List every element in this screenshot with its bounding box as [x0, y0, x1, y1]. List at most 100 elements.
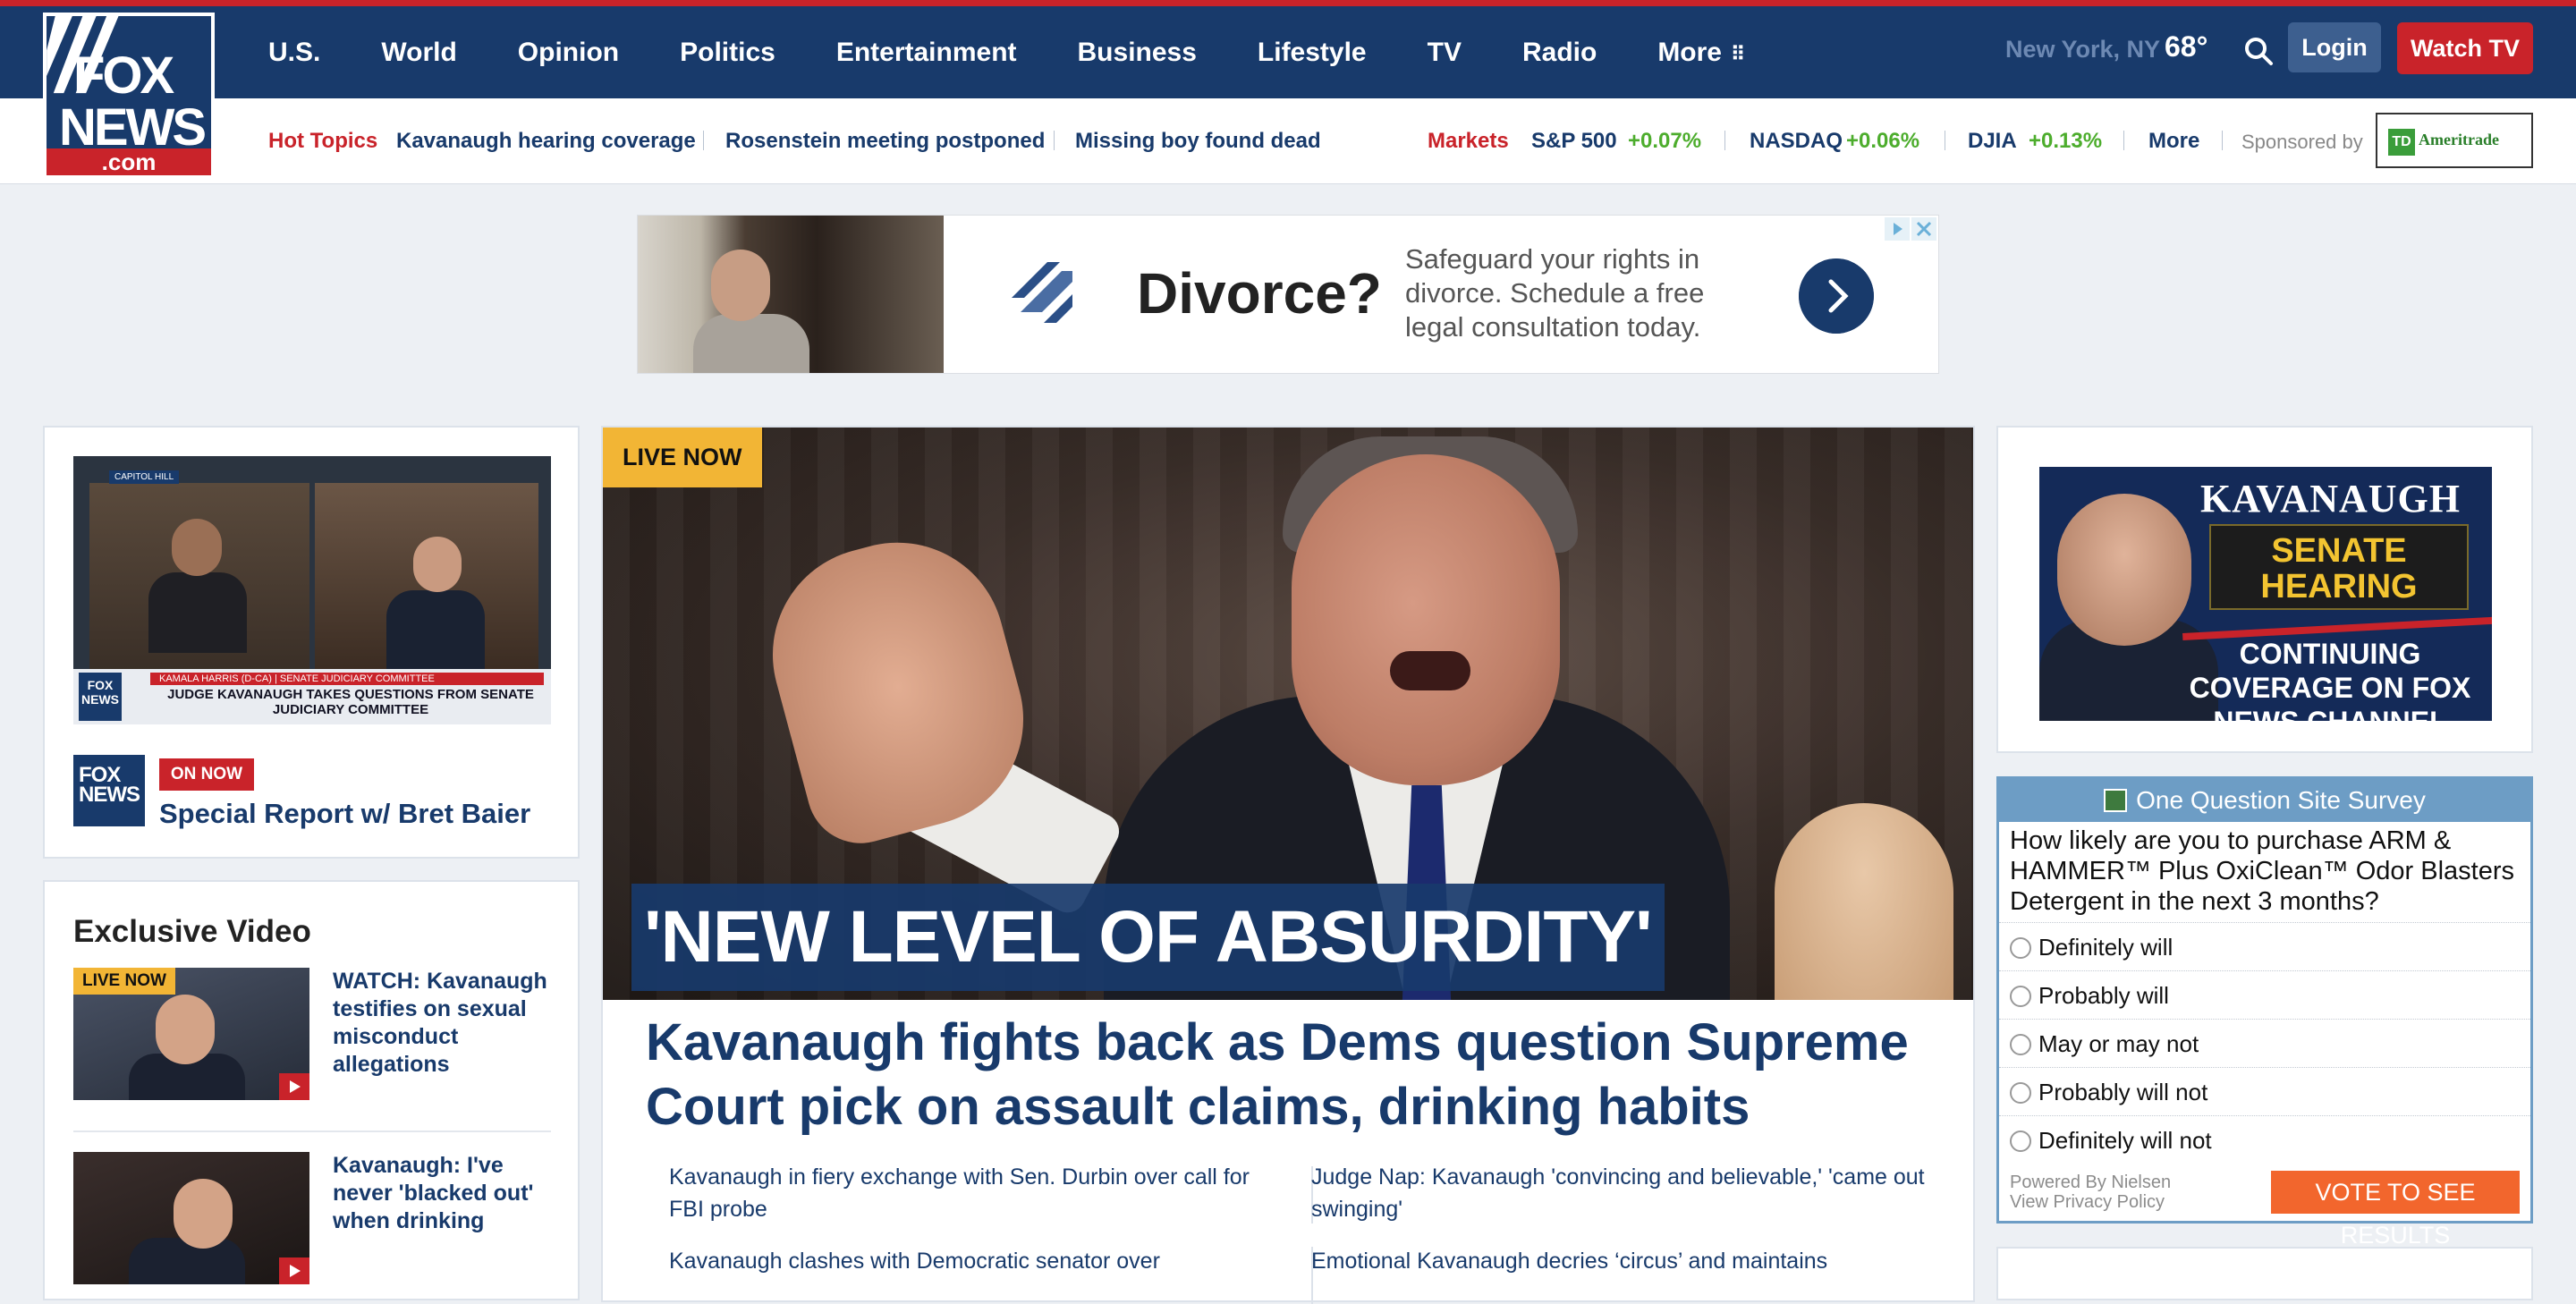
- main-nav: U.S. World Opinion Politics Entertainmen…: [268, 6, 1804, 98]
- promo-title: KAVANAUGH: [2200, 477, 2461, 521]
- thumb-figure: [129, 1238, 245, 1284]
- survey-option-label[interactable]: Definitely will: [2038, 934, 2173, 961]
- live-now-badge: LIVE NOW: [603, 428, 762, 487]
- survey-option-label[interactable]: May or may not: [2038, 1030, 2199, 1058]
- survey-option[interactable]: May or may not: [1999, 1019, 2530, 1067]
- related-link[interactable]: Emotional Kavanaugh decries ‘circus’ and…: [1311, 1245, 1937, 1277]
- video-list-item[interactable]: LIVE NOW WATCH: Kavanaugh testifies on s…: [73, 968, 551, 1102]
- radio-button[interactable]: [2010, 986, 2031, 1007]
- survey-option[interactable]: Probably will not: [1999, 1067, 2530, 1115]
- fox-news-channel-logo: FOX NEWS: [73, 755, 145, 826]
- hero-mouth: [1390, 651, 1470, 690]
- hot-topics-bar: Hot Topics Kavanaugh hearing coverage Ro…: [0, 98, 2576, 184]
- hero-image[interactable]: LIVE NOW 'NEW LEVEL OF ABSURDITY': [603, 428, 1973, 1000]
- login-button[interactable]: Login: [2288, 22, 2381, 72]
- main-headline[interactable]: Kavanaugh fights back as Dems question S…: [646, 1011, 1934, 1139]
- hot-topic-link[interactable]: Kavanaugh hearing coverage: [396, 129, 696, 154]
- ad-copy: Safeguard your rights in divorce. Schedu…: [1405, 243, 1705, 343]
- ameritrade-sponsor-logo[interactable]: TD Ameritrade: [2376, 113, 2533, 168]
- coverage-promo-panel: KAVANAUGH SENATE HEARING CONTINUING COVE…: [1996, 426, 2533, 753]
- lower-third-text: JUDGE KAVANAUGH TAKES QUESTIONS FROM SEN…: [167, 687, 534, 717]
- search-icon[interactable]: [2243, 36, 2274, 66]
- law-firm-logo-icon: [1012, 262, 1072, 323]
- survey-attribution: Powered By Nielsen View Privacy Policy: [2010, 1173, 2171, 1212]
- video-figure: [386, 590, 485, 671]
- logo-com-text: .com: [47, 148, 211, 175]
- divider: [703, 131, 704, 150]
- nav-tv[interactable]: TV: [1428, 38, 1462, 68]
- weather-location[interactable]: New York, NY: [2005, 36, 2160, 64]
- radio-button[interactable]: [2010, 1082, 2031, 1104]
- video-list-item[interactable]: Kavanaugh: I've never 'blacked out' when…: [73, 1152, 551, 1286]
- on-now-panel: CAPITOL HILL FOX NEWS KAMALA HARRIS (D-C…: [43, 426, 580, 859]
- related-link[interactable]: Kavanaugh in fiery exchange with Sen. Du…: [669, 1161, 1277, 1225]
- chevron-right-icon[interactable]: [1799, 258, 1874, 334]
- ad-photo-figure: [693, 314, 809, 373]
- promo-coverage-text: CONTINUING COVERAGE ON FOX NEWS CHANNEL: [2189, 638, 2471, 721]
- divider: [2123, 131, 2124, 150]
- privacy-policy-link[interactable]: View Privacy Policy: [2010, 1192, 2171, 1212]
- related-link[interactable]: Judge Nap: Kavanaugh 'convincing and bel…: [1311, 1161, 1937, 1225]
- fox-news-logo[interactable]: FOX NEWS .com: [43, 13, 215, 179]
- video-figure: [148, 572, 247, 653]
- nav-opinion[interactable]: Opinion: [518, 38, 619, 68]
- video-title[interactable]: WATCH: Kavanaugh testifies on sexual mis…: [333, 968, 556, 1079]
- radio-button[interactable]: [2010, 1034, 2031, 1055]
- nav-entertainment[interactable]: Entertainment: [836, 38, 1017, 68]
- survey-option[interactable]: Probably will: [1999, 970, 2530, 1019]
- divorce-ad-banner[interactable]: Divorce? Safeguard your rights in divorc…: [637, 215, 1939, 374]
- survey-option-label[interactable]: Probably will: [2038, 982, 2169, 1010]
- hot-topic-link[interactable]: Rosenstein meeting postponed: [725, 129, 1045, 154]
- nav-us[interactable]: U.S.: [268, 38, 320, 68]
- play-icon[interactable]: [279, 1073, 309, 1100]
- market-nasdaq-change: +0.06%: [1846, 129, 1920, 153]
- market-djia-name[interactable]: DJIA: [1968, 129, 2017, 154]
- location-tag: CAPITOL HILL: [109, 470, 180, 484]
- weather-temperature[interactable]: 68°: [2165, 30, 2207, 64]
- divider: [1054, 131, 1055, 150]
- nav-more[interactable]: More ⠿: [1657, 38, 1745, 68]
- markets-label[interactable]: Markets: [1428, 129, 1509, 154]
- nav-business[interactable]: Business: [1078, 38, 1197, 68]
- related-link[interactable]: Kavanaugh clashes with Democratic senato…: [669, 1245, 1277, 1277]
- video-thumbnail[interactable]: [73, 1152, 309, 1284]
- lower-third-bar: KAMALA HARRIS (D-CA) | SENATE JUDICIARY …: [150, 673, 544, 685]
- live-video-thumbnail[interactable]: CAPITOL HILL FOX NEWS KAMALA HARRIS (D-C…: [73, 456, 551, 724]
- survey-option-label[interactable]: Probably will not: [2038, 1079, 2207, 1106]
- radio-button[interactable]: [2010, 937, 2031, 959]
- survey-option[interactable]: Definitely will not: [1999, 1115, 2530, 1164]
- market-sp500-name[interactable]: S&P 500: [1531, 129, 1617, 154]
- nav-world[interactable]: World: [381, 38, 456, 68]
- show-title[interactable]: Special Report w/ Bret Baier: [159, 798, 530, 830]
- hero-quote[interactable]: 'NEW LEVEL OF ABSURDITY': [631, 884, 1665, 991]
- lower-third: FOX NEWS KAMALA HARRIS (D-CA) | SENATE J…: [73, 669, 551, 724]
- video-face: [172, 519, 222, 576]
- channel-bug: FOX NEWS: [79, 673, 122, 721]
- promo-subtitle: SENATE HEARING: [2260, 532, 2418, 605]
- exclusive-video-heading: Exclusive Video: [73, 914, 311, 949]
- survey-option-label[interactable]: Definitely will not: [2038, 1127, 2212, 1155]
- ad-choices-icon[interactable]: [1885, 217, 1936, 241]
- hero-face: [1292, 454, 1560, 785]
- hot-topic-link[interactable]: Missing boy found dead: [1075, 129, 1321, 154]
- market-djia-change: +0.13%: [2029, 129, 2103, 153]
- logo-fox-text: FOX: [73, 47, 174, 105]
- nav-radio[interactable]: Radio: [1522, 38, 1597, 68]
- hot-topics-label: Hot Topics: [268, 129, 378, 153]
- vote-button[interactable]: VOTE TO SEE RESULTS: [2271, 1171, 2520, 1249]
- nav-politics[interactable]: Politics: [680, 38, 775, 68]
- survey-header: One Question Site Survey: [1999, 779, 2530, 822]
- video-title[interactable]: Kavanaugh: I've never 'blacked out' when…: [333, 1152, 556, 1235]
- senate-hearing-promo[interactable]: KAVANAUGH SENATE HEARING CONTINUING COVE…: [2039, 467, 2492, 721]
- bar-chart-icon: [2104, 789, 2128, 812]
- survey-option[interactable]: Definitely will: [1999, 922, 2530, 970]
- radio-button[interactable]: [2010, 1130, 2031, 1152]
- divider: [1724, 131, 1725, 150]
- video-thumbnail[interactable]: LIVE NOW: [73, 968, 309, 1100]
- ad-headline: Divorce?: [1137, 261, 1382, 326]
- market-nasdaq-name[interactable]: NASDAQ: [1750, 129, 1843, 154]
- nav-lifestyle[interactable]: Lifestyle: [1258, 38, 1367, 68]
- play-icon[interactable]: [279, 1257, 309, 1284]
- markets-more-link[interactable]: More: [2148, 129, 2199, 154]
- watch-tv-button[interactable]: Watch TV: [2397, 22, 2533, 74]
